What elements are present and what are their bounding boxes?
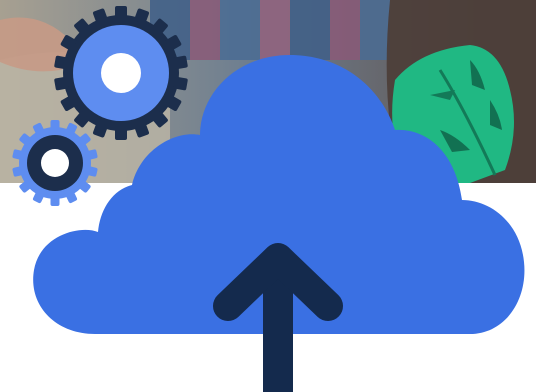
sweater-stripes <box>150 0 390 60</box>
illustration-canvas <box>0 0 536 392</box>
cloud-upload-illustration <box>0 0 536 392</box>
